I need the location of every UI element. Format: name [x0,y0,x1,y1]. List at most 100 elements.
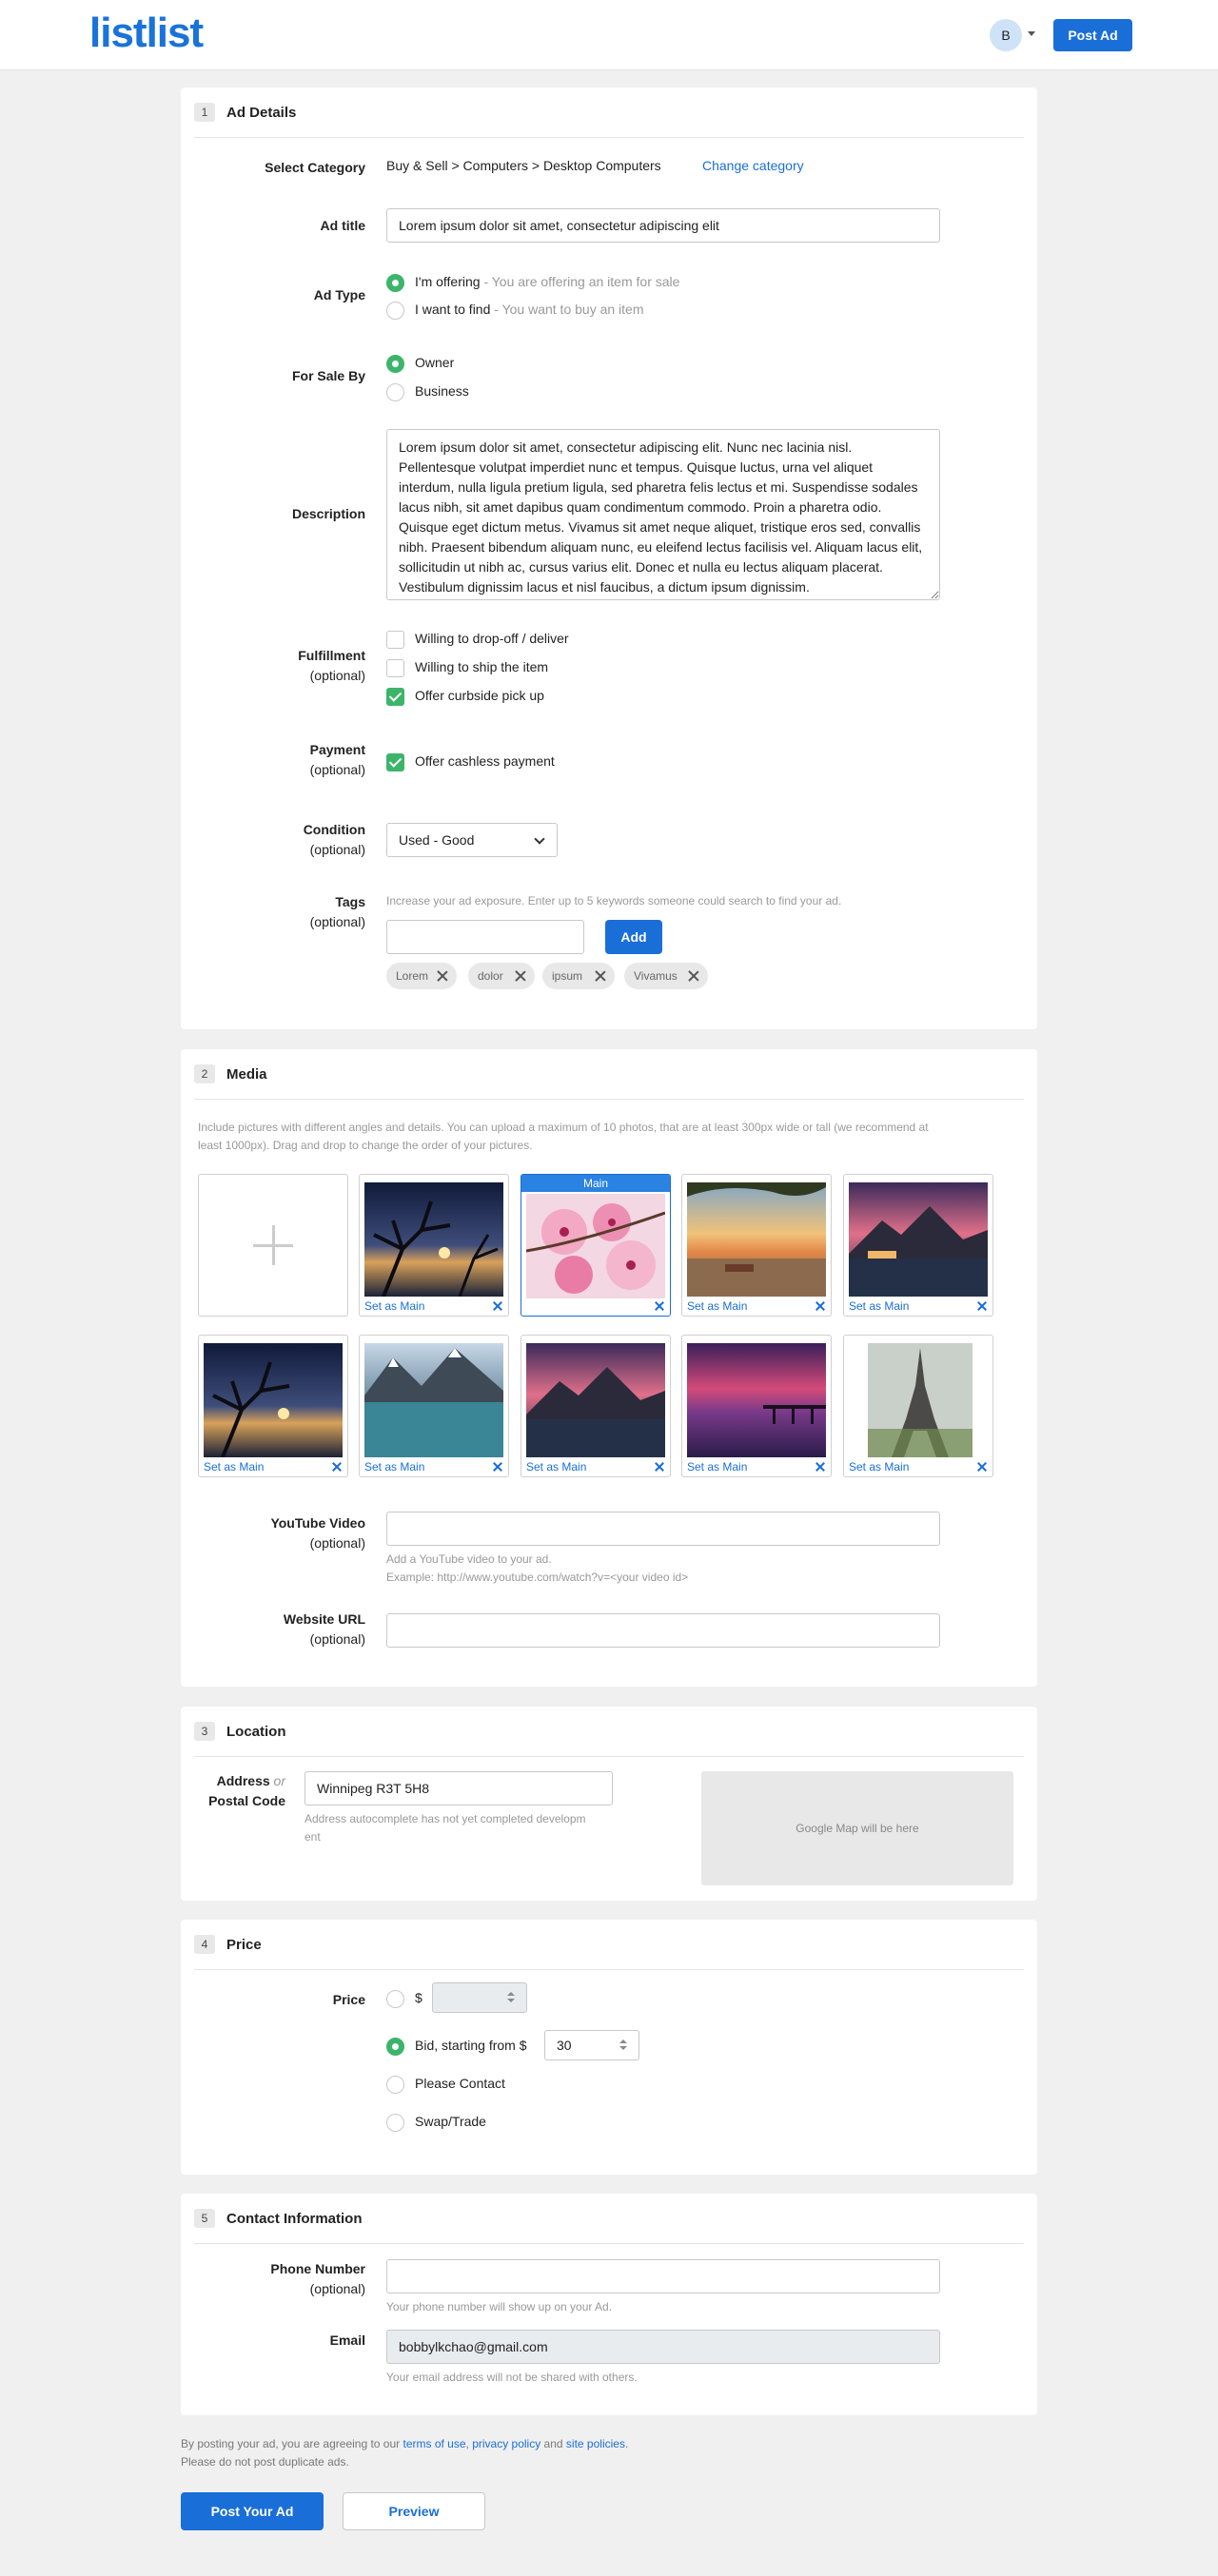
address-input[interactable]: Winnipeg R3T 5H8 [304,1771,613,1805]
terms-of-use-link[interactable]: terms of use [403,2437,465,2450]
set-as-main-link[interactable]: Set as Main [364,1299,424,1313]
close-icon[interactable] [493,1301,502,1311]
privacy-policy-link[interactable]: privacy policy [472,2437,540,2450]
post-your-ad-button[interactable]: Post Your Ad [181,2492,324,2530]
chevron-down-icon[interactable] [1028,31,1035,36]
address-hint: Address autocomplete has not yet complet… [304,1810,586,1846]
beach-sunset-photo [687,1182,826,1297]
close-icon[interactable] [977,1301,987,1311]
set-as-main-link[interactable]: Set as Main [526,1460,586,1473]
photo-tile[interactable]: Set as Main [359,1335,509,1477]
ad-title-label: Ad title [320,218,365,233]
cashless-checkbox[interactable] [386,753,404,771]
close-icon[interactable] [595,970,606,982]
stepper-icon[interactable] [505,1989,517,2006]
price-label: Price [332,1992,365,2007]
photo-tile[interactable]: Set as Main [359,1174,509,1317]
photo-tile[interactable]: Set as Main [681,1335,832,1477]
change-category-link[interactable]: Change category [702,158,804,173]
for-sale-business-radio[interactable] [386,383,404,401]
photo-tile-main[interactable]: Main [521,1174,671,1317]
section-title: Media [226,1065,267,1083]
set-as-main-link[interactable]: Set as Main [687,1299,747,1313]
post-ad-button[interactable]: Post Ad [1053,19,1132,51]
close-icon[interactable] [515,970,526,982]
tag-label: Lorem [396,969,429,983]
swap-trade-label[interactable]: Swap/Trade [415,2114,486,2129]
condition-value: Used - Good [399,832,475,848]
bid-input[interactable]: 30 [544,2030,639,2060]
step-number: 1 [194,103,215,122]
set-as-main-link[interactable]: Set as Main [849,1460,909,1473]
website-input[interactable] [386,1613,940,1648]
for-sale-by-label: For Sale By [291,368,365,383]
close-icon[interactable] [688,970,699,982]
price-fixed-radio[interactable] [386,1990,404,2008]
youtube-input[interactable] [386,1512,940,1546]
tags-hint: Increase your ad exposure. Enter up to 5… [386,894,842,907]
add-photo-button[interactable] [198,1174,348,1317]
curbside-checkbox[interactable] [386,688,404,706]
for-sale-owner-label[interactable]: Owner [415,355,454,370]
for-sale-owner-radio[interactable] [386,355,404,373]
close-icon[interactable] [493,1462,502,1472]
price-input[interactable] [432,1982,527,2013]
ship-checkbox[interactable] [386,659,404,677]
description-textarea[interactable]: Lorem ipsum dolor sit amet, consectetur … [386,429,940,600]
dropoff-label[interactable]: Willing to drop-off / deliver [415,631,569,646]
set-as-main-link[interactable]: Set as Main [687,1460,747,1473]
photo-tile[interactable]: Set as Main [521,1335,671,1477]
swap-trade-radio[interactable] [386,2114,404,2132]
optional-text: (optional) [309,1631,365,1647]
price-bid-radio[interactable] [386,2038,404,2056]
chevron-down-icon [534,833,545,845]
set-as-main-link[interactable]: Set as Main [364,1460,424,1473]
cashless-label[interactable]: Offer cashless payment [415,753,555,769]
preview-button[interactable]: Preview [343,2492,485,2530]
curbside-label[interactable]: Offer curbside pick up [415,688,544,703]
optional-text: (optional) [309,2281,365,2296]
close-icon[interactable] [815,1462,825,1472]
set-as-main-link[interactable]: Set as Main [204,1460,264,1473]
logo[interactable]: listlist [89,10,204,57]
close-icon[interactable] [655,1301,664,1311]
close-icon[interactable] [332,1462,342,1472]
please-contact-radio[interactable] [386,2076,404,2094]
close-icon[interactable] [655,1462,664,1472]
ship-label[interactable]: Willing to ship the item [415,659,548,674]
phone-input[interactable] [386,2259,940,2293]
section-title: Contact Information [226,2210,363,2227]
please-contact-label[interactable]: Please Contact [415,2076,505,2091]
ad-type-offering-option[interactable]: I'm offering - You are offering an item … [415,274,679,289]
photo-tile[interactable]: Set as Main [843,1335,993,1477]
address-label-text: Address [216,1773,270,1788]
email-input[interactable]: bobbylkchao@gmail.com [386,2330,940,2364]
ad-title-input[interactable]: Lorem ipsum dolor sit amet, consectetur … [386,208,940,243]
address-label: Address or Postal Code [105,1771,285,1811]
bid-label[interactable]: Bid, starting from $ [415,2038,527,2053]
email-hint: Your email address will not be shared wi… [386,2371,638,2384]
stepper-icon[interactable] [618,2037,629,2054]
photo-tile[interactable]: Set as Main [681,1174,832,1317]
and-text: and [540,2437,566,2450]
close-icon[interactable] [815,1301,825,1311]
ad-type-find-radio[interactable] [386,302,404,320]
media-hint-line: Include pictures with different angles a… [198,1121,929,1134]
close-icon[interactable] [437,970,448,982]
photo-tile[interactable]: Set as Main [843,1174,993,1317]
site-policies-link[interactable]: site policies [566,2437,625,2450]
ad-type-offering-radio[interactable] [386,274,404,292]
photo-tile[interactable]: Set as Main [198,1335,348,1477]
tags-input[interactable] [386,920,584,954]
add-tag-button[interactable]: Add [605,920,662,954]
ad-type-find-option[interactable]: I want to find - You want to buy an item [415,302,644,317]
condition-label-text: Condition [303,822,365,837]
set-as-main-link[interactable]: Set as Main [849,1299,909,1313]
avatar[interactable]: B [990,19,1022,51]
night-tree-lake-photo [204,1343,343,1457]
close-icon[interactable] [977,1462,987,1472]
for-sale-business-label[interactable]: Business [415,383,469,399]
condition-select[interactable]: Used - Good [386,823,558,857]
divider [194,2243,1024,2244]
dropoff-checkbox[interactable] [386,631,404,649]
